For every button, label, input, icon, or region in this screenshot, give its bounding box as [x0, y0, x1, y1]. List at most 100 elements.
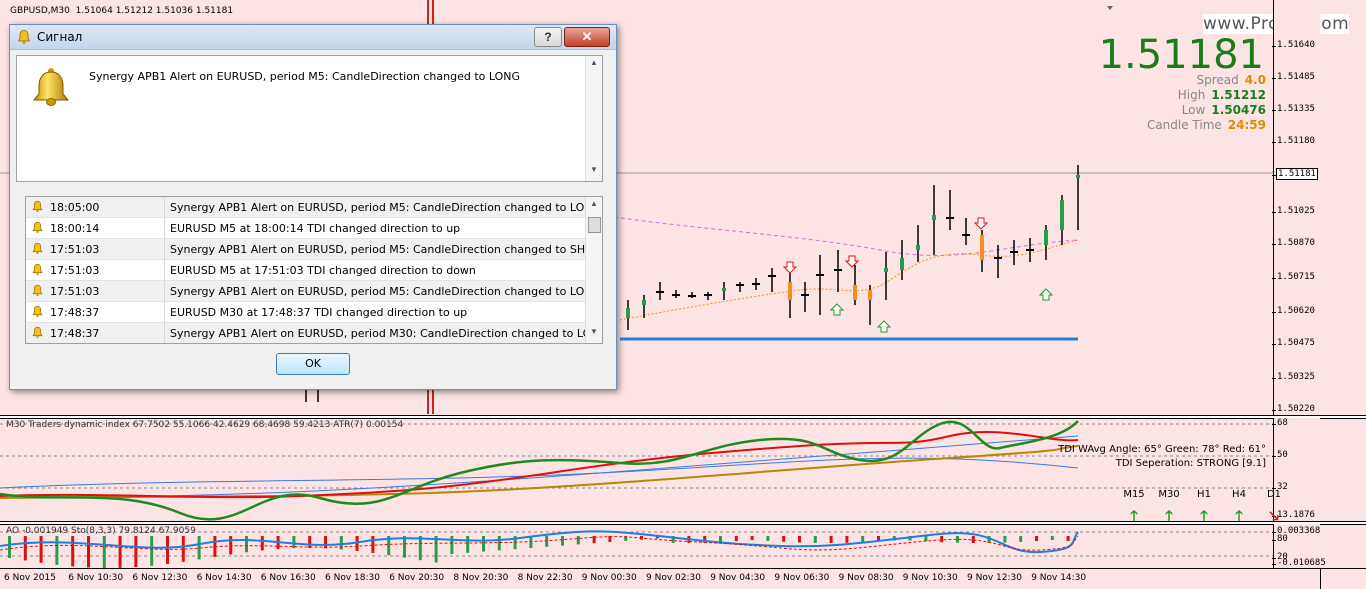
tdi-band-lower — [0, 457, 1079, 489]
current-price-tag: 1.51181 — [1272, 168, 1318, 180]
price-tick: 1.50325 — [1272, 372, 1315, 382]
list-scrollbar[interactable]: ▲ ▼ — [585, 197, 602, 343]
price-tick: 1.51485 — [1272, 72, 1315, 82]
price-tick: 1.51180 — [1272, 136, 1315, 146]
alert-history-list[interactable]: ▲ ▼ 18:05:00 Synergy APB1 Alert on EURUSD… — [25, 196, 603, 344]
session-marker — [427, 0, 429, 24]
ma-line — [599, 214, 1079, 256]
tdi-angle-text: TDI WAvg Angle: 65° Green: 78° Red: 61° — [1058, 444, 1266, 455]
alert-row[interactable]: 18:00:14 EURUSD M5 at 18:00:14 TDI change… — [26, 218, 602, 239]
price-tick: 1.51640 — [1272, 40, 1315, 50]
ao-bar — [371, 536, 375, 553]
ao-bar — [1066, 536, 1070, 542]
ao-bar — [561, 536, 564, 546]
alert-row[interactable]: 17:48:37 Synergy APB1 Alert on EURUSD, pe… — [26, 323, 602, 343]
price-axis[interactable]: 1.51640 1.51485 1.51335 1.51180 1.51181 … — [1272, 0, 1320, 416]
scroll-up-icon[interactable]: ▲ — [586, 58, 602, 72]
column-separator — [164, 260, 165, 280]
alert-row[interactable]: 17:51:03 Synergy APB1 Alert on EURUSD, pe… — [26, 239, 602, 260]
alert-message-text: Synergy APB1 Alert on EURUSD, period M5:… — [89, 70, 521, 83]
time-label: 9 Nov 08:30 — [838, 573, 894, 583]
ao-indicator-pane[interactable]: AO -0.001949 Sto(8,3,3) 79.8124 67.9059 … — [0, 524, 1326, 568]
alert-row[interactable]: 17:48:37 EURUSD M30 at 17:48:37 TDI chang… — [26, 302, 602, 323]
alert-text: EURUSD M5 at 17:51:03 TDI changed direct… — [170, 264, 476, 277]
candle-body — [853, 285, 857, 300]
time-label: 9 Nov 14:30 — [1031, 573, 1087, 583]
ao-tick: -0.010685 — [1272, 558, 1326, 568]
tdi-title: M30 Traders dynamic index 67.7502 55.106… — [6, 420, 404, 430]
alert-row[interactable]: 17:51:03 EURUSD M5 at 17:51:03 TDI change… — [26, 260, 602, 281]
time-label: 9 Nov 04:30 — [710, 573, 766, 583]
time-label: 6 Nov 16:30 — [260, 573, 316, 583]
alert-text: Synergy APB1 Alert on EURUSD, period M5:… — [170, 285, 602, 298]
scroll-thumb[interactable] — [588, 217, 601, 233]
bell-icon — [32, 284, 43, 297]
help-button[interactable]: ? — [534, 27, 562, 47]
column-separator — [164, 239, 165, 259]
alert-row[interactable]: 17:51:03 Synergy APB1 Alert on EURUSD, pe… — [26, 281, 602, 302]
ao-bar — [940, 536, 944, 543]
ao-bar — [782, 536, 786, 542]
tf-label-m15: M15 — [1123, 489, 1145, 500]
bell-icon — [32, 242, 43, 255]
candle-body — [932, 215, 936, 220]
time-label: 9 Nov 00:30 — [581, 573, 637, 583]
candle-body — [722, 288, 726, 291]
scroll-up-icon[interactable]: ▲ — [586, 199, 602, 213]
tf-label-d1: D1 — [1266, 489, 1282, 500]
ok-button[interactable]: OK — [276, 353, 350, 375]
bell-icon — [32, 221, 43, 234]
candle-body — [868, 290, 872, 300]
ao-bar — [308, 536, 312, 549]
tf-label-h4: H4 — [1232, 489, 1246, 500]
ao-bar — [829, 536, 833, 543]
symbol-name: GBPUSD,M30 — [10, 6, 70, 16]
ao-bar — [734, 536, 738, 542]
time-label: 8 Nov 22:30 — [517, 573, 573, 583]
symbol-header: GBPUSD,M30 1.51064 1.51212 1.51036 1.511… — [10, 6, 233, 16]
tf-label-m30: M30 — [1158, 489, 1180, 500]
candle-body — [916, 245, 920, 250]
price-tick: 1.51335 — [1272, 104, 1315, 114]
large-bell-icon — [32, 68, 70, 106]
ao-bar — [766, 536, 770, 541]
ao-bar — [750, 536, 754, 541]
scroll-down-icon[interactable]: ▼ — [586, 165, 602, 179]
scroll-down-icon[interactable]: ▼ — [586, 327, 602, 341]
buy-arrow-icon — [1038, 288, 1054, 301]
time-axis[interactable]: 6 Nov 2015 6 Nov 10:30 6 Nov 12:30 6 Nov 14… — [0, 568, 1320, 589]
ao-bar — [87, 536, 90, 568]
alert-text: Synergy APB1 Alert on EURUSD, period M5:… — [170, 243, 603, 256]
alert-time: 17:48:37 — [50, 327, 100, 340]
axis-corner — [1320, 568, 1366, 589]
price-tick: 1.50220 — [1272, 404, 1315, 414]
bell-icon — [32, 326, 43, 339]
candle-body — [884, 268, 888, 272]
price-tick: 1.50870 — [1272, 238, 1315, 248]
candle-body — [626, 308, 630, 318]
ao-bar — [798, 536, 801, 543]
message-scrollbar[interactable]: ▲ ▼ — [585, 56, 602, 181]
ao-bar — [482, 536, 485, 552]
time-label: 9 Nov 02:30 — [646, 573, 701, 583]
candle-body — [1044, 230, 1048, 245]
time-label: 9 Nov 06:30 — [774, 573, 830, 583]
ao-bar — [813, 536, 817, 543]
time-label: 6 Nov 18:30 — [325, 573, 380, 583]
current-price: 1.51181 — [1098, 32, 1264, 78]
dialog-titlebar[interactable]: Сигнал ? ✕ — [10, 25, 616, 50]
close-button[interactable]: ✕ — [564, 27, 610, 47]
alert-row[interactable]: 18:05:00 Synergy APB1 Alert on EURUSD, pe… — [26, 197, 602, 218]
alert-time: 17:51:03 — [50, 243, 100, 256]
price-tick: 1.51025 — [1272, 206, 1315, 216]
column-separator — [164, 323, 165, 343]
alert-dialog[interactable]: Сигнал ? ✕ Synergy APB1 Alert on EURUSD,… — [9, 24, 617, 390]
ao-bar — [971, 536, 975, 543]
high-row: High 1.51212 — [1178, 88, 1266, 102]
tdi-tick: 50 — [1272, 450, 1288, 460]
ao-tick: 80 — [1272, 534, 1288, 544]
time-label: 6 Nov 10:30 — [68, 573, 124, 583]
session-marker — [432, 388, 434, 414]
ao-bar — [166, 536, 169, 564]
candle-body — [1060, 200, 1064, 230]
